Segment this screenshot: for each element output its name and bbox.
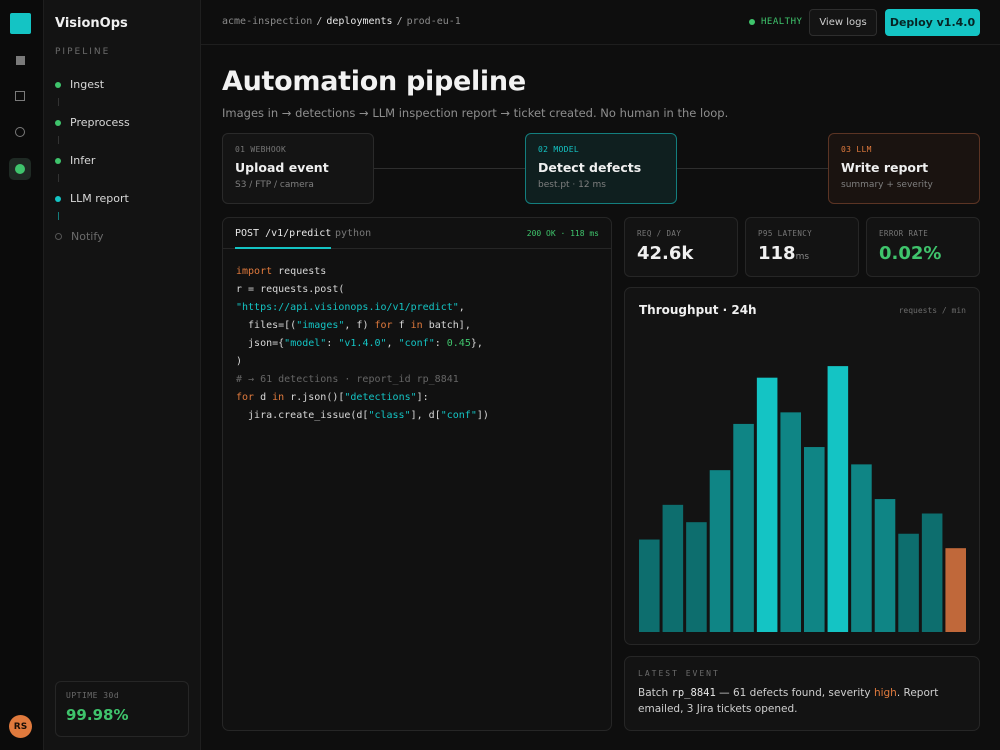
- status-badge: HEALTHY: [749, 17, 802, 27]
- throughput-chart: Throughput · 24h requests / min: [624, 287, 980, 645]
- sidebar-item-label: Infer: [70, 154, 96, 167]
- step-connector: [58, 98, 59, 106]
- chart-bar[interactable]: [827, 366, 849, 632]
- circle-outline-icon[interactable]: [9, 121, 31, 143]
- status-dot-icon: [55, 81, 61, 88]
- breadcrumb-deployments[interactable]: deployments: [326, 16, 392, 27]
- card-name: Upload event: [235, 160, 329, 175]
- event-text-part: — 61 defects found, severity: [715, 687, 874, 699]
- stat-error-rate: ERROR RATE 0.02%: [866, 217, 980, 277]
- chart-bar[interactable]: [733, 423, 754, 632]
- pipeline-card-llm[interactable]: 03 LLM Write report summary + severity: [828, 133, 980, 204]
- avatar[interactable]: RS: [9, 715, 32, 738]
- tab-python[interactable]: python: [335, 228, 371, 239]
- latest-event-card: LATEST EVENT Batch rp_8841 — 61 defects …: [624, 656, 980, 731]
- chart-svg: [639, 366, 966, 632]
- sidebar-item-label: LLM report: [70, 192, 129, 205]
- topbar: acme-inspection / deployments / prod-eu-1 HE…: [201, 0, 1000, 45]
- sidebar-item-infer[interactable]: Infer: [55, 154, 95, 167]
- stat-label: P95 LATENCY: [758, 229, 813, 238]
- breadcrumb-org[interactable]: acme-inspection: [222, 16, 312, 27]
- stat-value: 118ms: [758, 243, 846, 264]
- stat-label: ERROR RATE: [879, 229, 929, 238]
- card-tag: 03 LLM: [841, 145, 872, 154]
- report-id[interactable]: rp_8841: [672, 687, 716, 699]
- stat-req-day: REQ / DAY 42.6k: [624, 217, 738, 277]
- code-tabs: POST /v1/predict python 200 OK · 118 ms: [223, 218, 611, 249]
- sidebar-item-label: Notify: [71, 230, 104, 243]
- chart-bar[interactable]: [780, 412, 801, 632]
- stat-number: 118: [758, 243, 796, 264]
- stat-label: REQ / DAY: [637, 229, 682, 238]
- chart-bar[interactable]: [921, 513, 943, 632]
- status-dot-icon: [55, 119, 61, 126]
- code-panel: POST /v1/predict python 200 OK · 118 ms …: [222, 217, 612, 731]
- chart-bar[interactable]: [686, 522, 707, 632]
- brand-name: VisionOps: [55, 16, 128, 31]
- code-block[interactable]: import requests r = requests.post( "http…: [223, 249, 611, 439]
- pipeline-card-webhook[interactable]: 01 WEBHOOK Upload event S3 / FTP / camer…: [222, 133, 374, 204]
- icon-rail: RS: [0, 0, 44, 750]
- card-tag: 02 MODEL: [538, 145, 579, 154]
- card-name: Write report: [841, 160, 929, 175]
- chart-bar[interactable]: [662, 504, 684, 632]
- stat-p95-latency: P95 LATENCY 118ms: [745, 217, 859, 277]
- sidebar-item-llm-report[interactable]: LLM report: [55, 192, 129, 205]
- event-text: Batch rp_8841 — 61 defects found, severi…: [638, 685, 966, 717]
- step-connector: [58, 174, 59, 182]
- stat-unit: ms: [795, 252, 810, 262]
- status-dot-icon: [55, 233, 62, 240]
- sidebar-item-preprocess[interactable]: Preprocess: [55, 116, 130, 129]
- pipeline-active-icon[interactable]: [9, 158, 31, 180]
- page-subtitle: Images in → detections → LLM inspection …: [222, 106, 729, 120]
- deploy-button[interactable]: Deploy v1.4.0: [885, 9, 980, 36]
- status-dot-icon: [55, 195, 61, 202]
- status-text: HEALTHY: [761, 17, 803, 27]
- event-label: LATEST EVENT: [638, 669, 720, 678]
- step-connector: [58, 136, 59, 144]
- card-tag: 01 WEBHOOK: [235, 145, 287, 154]
- chart-bar[interactable]: [874, 499, 896, 632]
- dashboard-icon[interactable]: [9, 49, 31, 71]
- view-logs-button[interactable]: View logs: [809, 9, 877, 36]
- page-title: Automation pipeline: [222, 66, 526, 97]
- stat-value: 42.6k: [637, 243, 694, 264]
- square-outline-icon[interactable]: [9, 85, 31, 107]
- status-dot-icon: [55, 157, 61, 164]
- sidebar-item-ingest[interactable]: Ingest: [55, 78, 104, 91]
- card-meta: S3 / FTP / camera: [235, 180, 314, 190]
- sidebar-item-notify[interactable]: Notify: [55, 230, 104, 243]
- breadcrumb: acme-inspection / deployments / prod-eu-1: [222, 16, 461, 27]
- chart-bar[interactable]: [898, 533, 919, 632]
- uptime-card: UPTIME 30d 99.98%: [55, 681, 189, 737]
- step-connector: [58, 212, 59, 220]
- response-status: 200 OK · 118 ms: [526, 229, 599, 238]
- chart-bar[interactable]: [945, 548, 966, 632]
- sidebar-item-label: Preprocess: [70, 116, 130, 129]
- health-dot-icon: [749, 19, 755, 25]
- severity-value: high: [873, 687, 897, 699]
- pipeline-card-model[interactable]: 02 MODEL Detect defects best.pt · 12 ms: [525, 133, 677, 204]
- card-name: Detect defects: [538, 160, 642, 175]
- event-text-part: Batch: [638, 687, 672, 699]
- logo-icon[interactable]: [10, 13, 31, 34]
- chart-bar[interactable]: [756, 377, 778, 632]
- card-meta: best.pt · 12 ms: [538, 180, 606, 190]
- sidebar-item-label: Ingest: [70, 78, 105, 91]
- chart-bar[interactable]: [639, 539, 660, 632]
- chart-bar[interactable]: [851, 464, 872, 632]
- card-meta: summary + severity: [841, 180, 933, 190]
- tab-endpoint[interactable]: POST /v1/predict: [235, 228, 332, 249]
- breadcrumb-env[interactable]: prod-eu-1: [407, 16, 461, 27]
- chart-bar[interactable]: [709, 470, 731, 632]
- chart-bar[interactable]: [804, 447, 825, 632]
- sidebar: VisionOps PIPELINE Ingest Preprocess Inf…: [44, 0, 201, 750]
- uptime-label: UPTIME 30d: [66, 691, 120, 700]
- uptime-value: 99.98%: [66, 706, 129, 724]
- stat-value: 0.02%: [879, 243, 942, 264]
- section-title: PIPELINE: [55, 47, 111, 57]
